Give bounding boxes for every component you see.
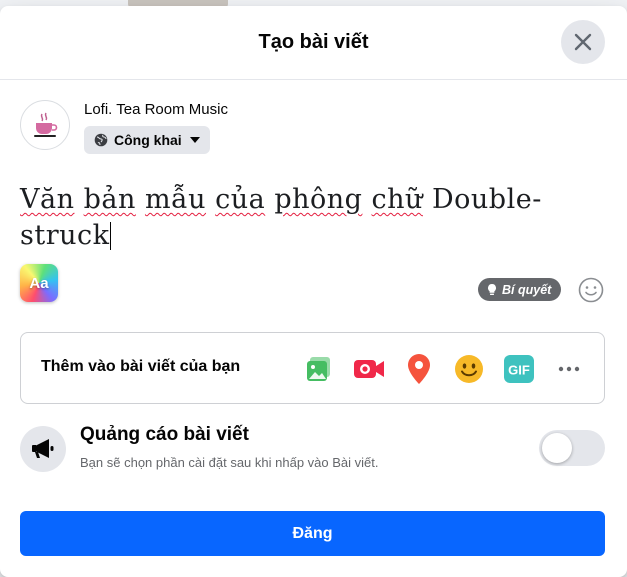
boost-post-row: Quảng cáo bài viết Bạn sẽ chọn phần cài … <box>20 424 605 474</box>
author-name: Lofi. Tea Room Music <box>84 101 228 118</box>
chevron-down-icon <box>189 137 200 143</box>
more-icon <box>558 366 580 372</box>
boost-title: Quảng cáo bài viết <box>80 424 249 445</box>
photo-video-icon <box>307 357 330 381</box>
location-pin-icon <box>408 354 430 384</box>
more-options-button[interactable] <box>553 353 585 385</box>
feeling-icon <box>455 355 483 383</box>
boost-subtitle: Bạn sẽ chọn phần cài đặt sau khi nhấp và… <box>80 455 379 470</box>
megaphone-icon <box>32 439 54 458</box>
location-button[interactable] <box>403 353 435 385</box>
post-word: của <box>215 184 266 215</box>
gif-label: GIF <box>508 363 530 378</box>
background-font-button[interactable]: Aa <box>20 264 58 302</box>
boost-toggle[interactable] <box>539 430 605 466</box>
feeling-activity-button[interactable] <box>453 353 485 385</box>
smiley-icon <box>578 277 604 303</box>
close-button[interactable] <box>561 20 605 64</box>
avatar[interactable] <box>20 100 70 150</box>
post-button-label: Đăng <box>292 524 333 542</box>
privacy-selector[interactable]: Công khai <box>84 126 210 154</box>
live-video-icon <box>354 360 384 378</box>
post-word: Văn <box>20 184 75 215</box>
font-button-label: Aa <box>29 274 49 292</box>
author-meta: Lofi. Tea Room Music Công khai <box>84 100 228 154</box>
post-word: mẫu <box>144 184 207 215</box>
tips-button[interactable]: Bí quyết <box>478 278 562 301</box>
emoji-picker-button[interactable] <box>578 277 604 303</box>
gif-button[interactable]: GIF <box>503 353 535 385</box>
photo-video-button[interactable] <box>303 353 335 385</box>
dialog-title: Tạo bài viết <box>258 31 369 53</box>
megaphone-icon-wrapper <box>20 426 66 472</box>
post-word: chữ <box>371 184 423 215</box>
dialog-header: Tạo bài viết <box>0 6 627 80</box>
add-to-post-panel: Thêm vào bài viết của bạn GIF <box>20 332 605 404</box>
post-text-input[interactable]: Văn bản mẫu của phông chữ Double-struck <box>20 182 600 254</box>
tips-label: Bí quyết <box>502 282 552 297</box>
post-button[interactable]: Đăng <box>20 511 605 556</box>
post-word: bản <box>83 184 136 215</box>
globe-icon <box>94 133 108 147</box>
add-to-post-label: Thêm vào bài viết của bạn <box>41 358 241 375</box>
teacup-logo-icon <box>34 112 58 137</box>
privacy-label: Công khai <box>114 132 182 148</box>
close-icon <box>574 33 592 51</box>
toggle-knob <box>542 433 572 463</box>
create-post-dialog: Tạo bài viết Lofi. Tea Room Music Công k… <box>0 6 627 577</box>
gif-icon: GIF <box>504 355 534 383</box>
post-word: phông <box>274 184 363 215</box>
live-video-button[interactable] <box>353 353 385 385</box>
text-cursor <box>110 222 112 250</box>
lightbulb-icon <box>488 284 496 295</box>
post-author: Lofi. Tea Room Music Công khai <box>20 100 228 154</box>
